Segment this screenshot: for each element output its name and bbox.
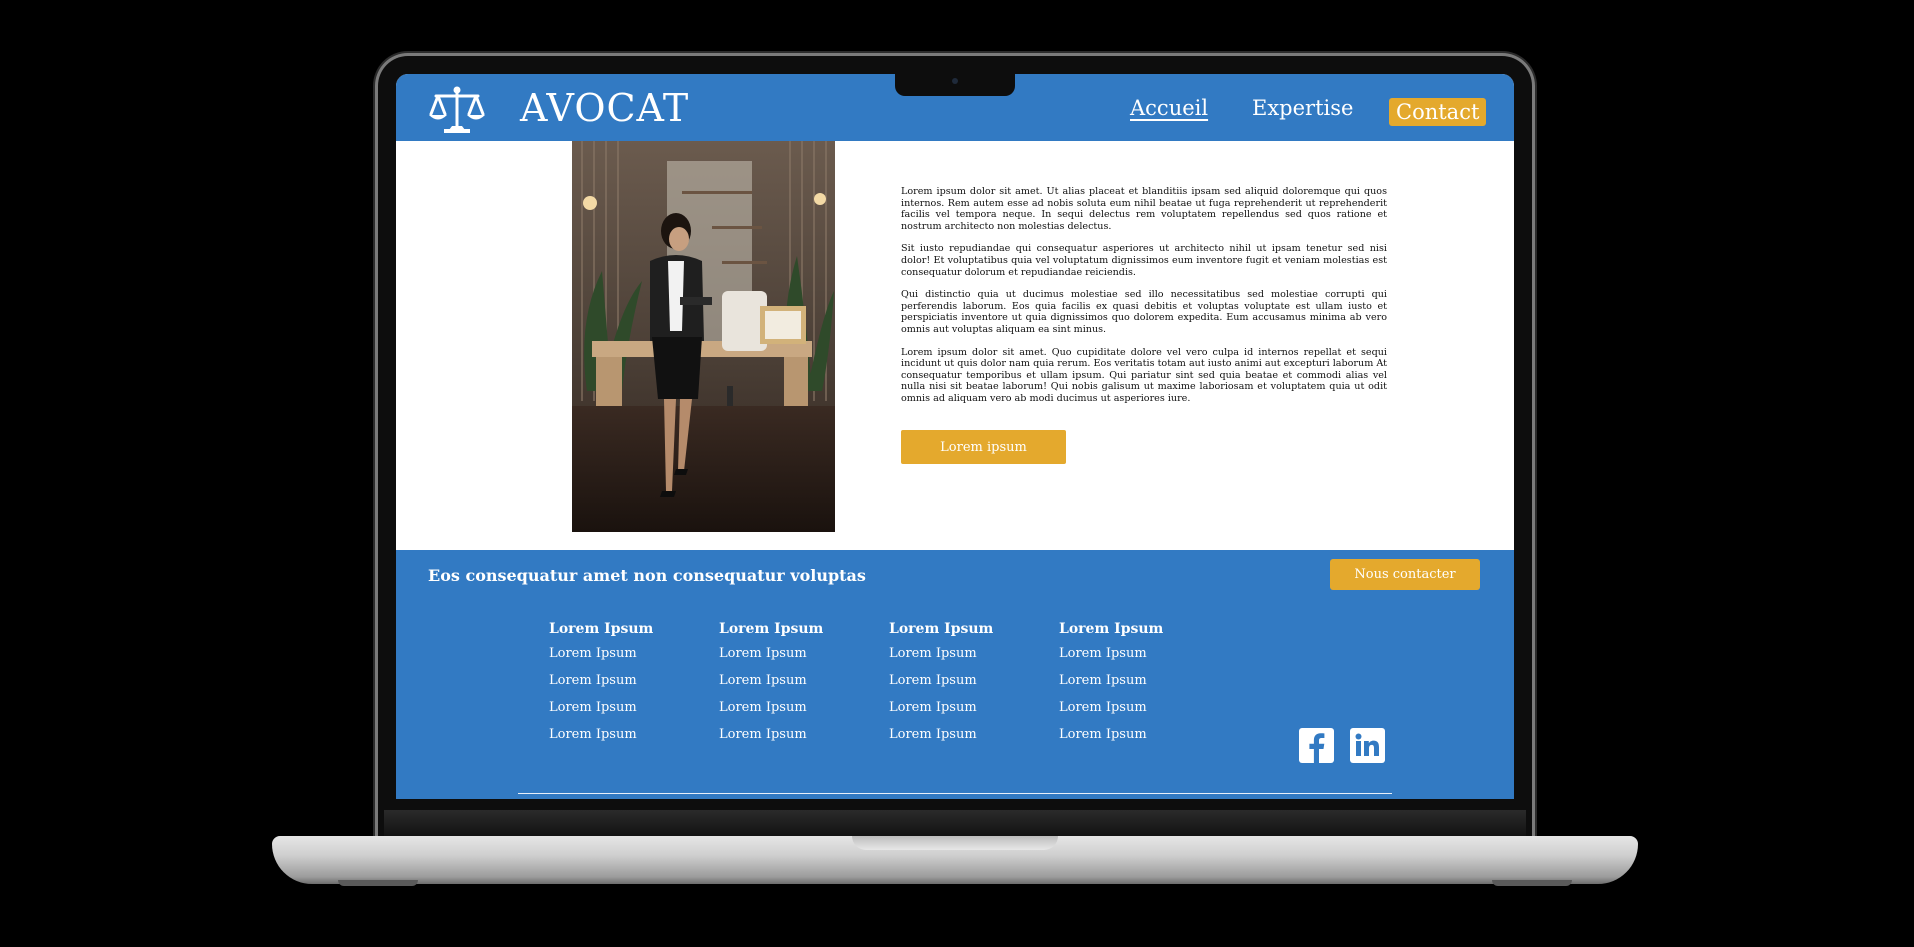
article-text: Lorem ipsum dolor sit amet. Ut alias pla… bbox=[901, 186, 1387, 416]
footer-link[interactable]: Lorem Ipsum bbox=[549, 644, 653, 671]
nav-link-contact[interactable]: Contact bbox=[1389, 98, 1487, 126]
footer-link[interactable]: Lorem Ipsum bbox=[1059, 725, 1163, 752]
nav-link-home[interactable]: Accueil bbox=[1130, 96, 1208, 120]
brand-name: AVOCAT bbox=[520, 86, 690, 130]
footer-link[interactable]: Lorem Ipsum bbox=[1059, 698, 1163, 725]
lawyer-photo bbox=[572, 141, 835, 532]
laptop-base bbox=[272, 836, 1638, 884]
nav-link-expertise[interactable]: Expertise bbox=[1252, 96, 1353, 120]
site-footer: Eos consequatur amet non consequatur vol… bbox=[396, 550, 1514, 799]
footer-column: Lorem Ipsum Lorem Ipsum Lorem Ipsum Lore… bbox=[719, 621, 823, 752]
footer-link[interactable]: Lorem Ipsum bbox=[719, 725, 823, 752]
footer-link[interactable]: Lorem Ipsum bbox=[1059, 644, 1163, 671]
footer-column: Lorem Ipsum Lorem Ipsum Lorem Ipsum Lore… bbox=[1059, 621, 1163, 752]
footer-column-title: Lorem Ipsum bbox=[719, 621, 824, 637]
laptop-foot bbox=[338, 880, 418, 886]
linkedin-icon[interactable] bbox=[1350, 728, 1385, 763]
article-paragraph: Sit iusto repudiandae qui consequatur as… bbox=[901, 243, 1387, 278]
footer-link[interactable]: Lorem Ipsum bbox=[889, 671, 993, 698]
lorem-ipsum-button[interactable]: Lorem ipsum bbox=[901, 430, 1066, 464]
article-paragraph: Lorem ipsum dolor sit amet. Quo cupidita… bbox=[901, 346, 1387, 404]
footer-link[interactable]: Lorem Ipsum bbox=[889, 698, 993, 725]
scales-of-justice-icon bbox=[426, 84, 488, 134]
laptop-base-groove bbox=[852, 836, 1058, 850]
footer-link[interactable]: Lorem Ipsum bbox=[549, 698, 653, 725]
laptop-screen: AVOCAT Accueil Expertise Contact Lorem i… bbox=[396, 74, 1514, 799]
article-paragraph: Qui distinctio quia ut ducimus molestiae… bbox=[901, 289, 1387, 335]
footer-column: Lorem Ipsum Lorem Ipsum Lorem Ipsum Lore… bbox=[889, 621, 993, 752]
laptop-foot bbox=[1492, 880, 1572, 886]
footer-link[interactable]: Lorem Ipsum bbox=[889, 644, 993, 671]
article-paragraph: Lorem ipsum dolor sit amet. Ut alias pla… bbox=[901, 186, 1387, 232]
laptop-bezel bbox=[384, 810, 1526, 838]
facebook-icon[interactable] bbox=[1299, 728, 1334, 763]
camera-notch bbox=[895, 74, 1015, 96]
footer-tagline: Eos consequatur amet non consequatur vol… bbox=[428, 566, 866, 585]
camera-icon bbox=[952, 78, 958, 84]
footer-divider bbox=[518, 793, 1392, 794]
footer-column-title: Lorem Ipsum bbox=[549, 621, 654, 637]
footer-link[interactable]: Lorem Ipsum bbox=[719, 698, 823, 725]
footer-link[interactable]: Lorem Ipsum bbox=[549, 671, 653, 698]
footer-link[interactable]: Lorem Ipsum bbox=[719, 671, 823, 698]
laptop-mockup: AVOCAT Accueil Expertise Contact Lorem i… bbox=[0, 0, 1914, 947]
footer-column-title: Lorem Ipsum bbox=[889, 621, 994, 637]
footer-link[interactable]: Lorem Ipsum bbox=[719, 644, 823, 671]
footer-link[interactable]: Lorem Ipsum bbox=[889, 725, 993, 752]
footer-column: Lorem Ipsum Lorem Ipsum Lorem Ipsum Lore… bbox=[549, 621, 653, 752]
footer-column-title: Lorem Ipsum bbox=[1059, 621, 1164, 637]
nous-contacter-button[interactable]: Nous contacter bbox=[1330, 559, 1480, 590]
footer-link[interactable]: Lorem Ipsum bbox=[549, 725, 653, 752]
footer-link[interactable]: Lorem Ipsum bbox=[1059, 671, 1163, 698]
